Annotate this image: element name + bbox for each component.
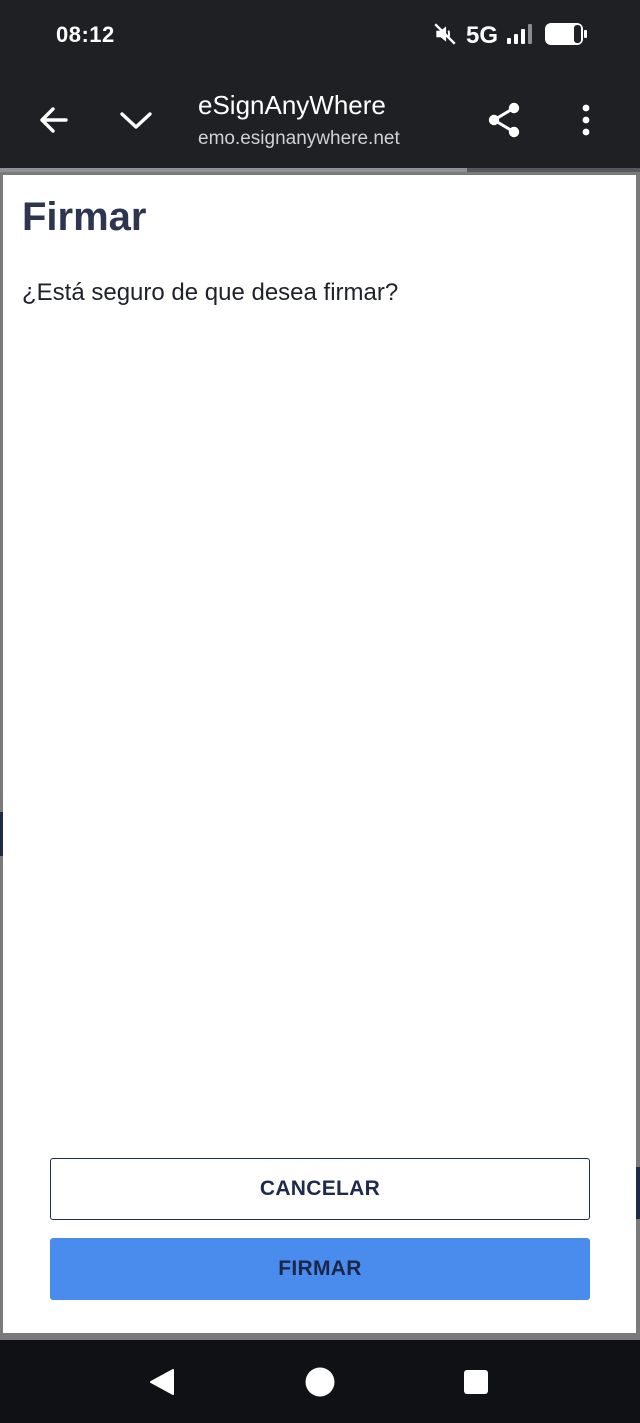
web-content: Firmar ¿Está seguro de que desea firmar?… (0, 172, 640, 1340)
nav-back-button[interactable] (138, 1360, 186, 1404)
more-options-button[interactable] (566, 98, 606, 142)
mute-icon (432, 21, 458, 52)
underlying-page-edge (636, 1167, 640, 1219)
more-vert-icon (582, 104, 590, 136)
site-url[interactable]: emo.esignanywhere.net (198, 128, 438, 150)
cancel-button[interactable]: CANCELAR (50, 1158, 590, 1220)
back-arrow-icon (40, 107, 68, 133)
collapse-button[interactable] (112, 98, 160, 142)
browser-toolbar: eSignAnyWhere emo.esignanywhere.net (0, 72, 640, 168)
dialog-message: ¿Está seguro de que desea firmar? (22, 279, 399, 306)
status-indicators: 5G (432, 20, 588, 52)
signal-icon (506, 23, 536, 50)
share-icon (488, 102, 520, 138)
home-circle-icon (305, 1367, 335, 1397)
site-title: eSignAnyWhere (198, 90, 386, 120)
battery-icon (544, 22, 588, 51)
nav-home-button[interactable] (294, 1358, 346, 1406)
recents-square-icon (464, 1370, 488, 1394)
system-navigation-bar (0, 1340, 640, 1423)
dialog-title: Firmar (22, 195, 147, 239)
status-time: 08:12 (56, 22, 115, 47)
network-type-label: 5G (465, 22, 498, 49)
status-bar: 08:12 5G (0, 0, 640, 72)
sign-button[interactable]: FIRMAR (50, 1238, 590, 1300)
back-button[interactable] (30, 98, 78, 142)
chevron-down-icon (120, 112, 152, 129)
nav-recents-button[interactable] (452, 1360, 500, 1404)
back-triangle-icon (150, 1369, 174, 1395)
sign-confirm-dialog: Firmar ¿Está seguro de que desea firmar?… (3, 175, 636, 1333)
share-button[interactable] (480, 98, 528, 142)
